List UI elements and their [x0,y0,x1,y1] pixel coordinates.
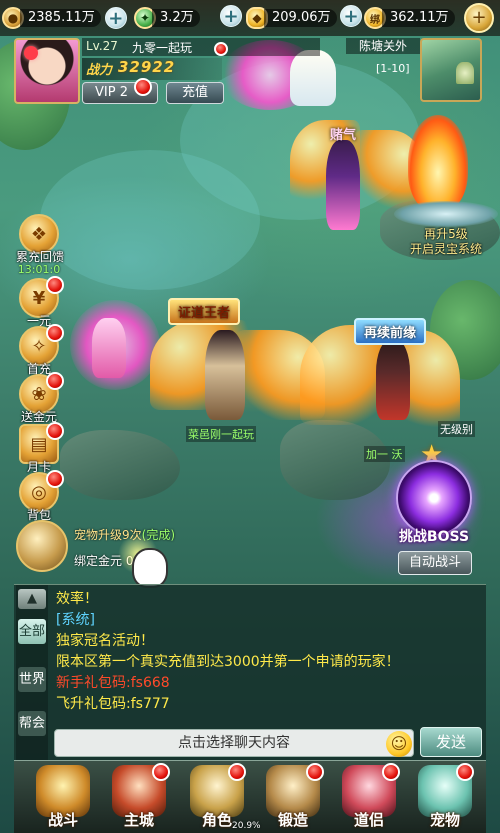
bound-gold-value: 362.11万 [382,9,455,27]
notification-dot [152,763,170,781]
nav-label: 主城 [123,811,154,829]
notification-dot [134,78,152,96]
pointer-hand-icon [132,548,168,588]
chat-line: 飞升礼包码:fs777 [56,696,170,712]
chat-panel: ▲ 全部 世界 帮会 效率！ [系统] 独家冠名活动！ 限本区第一个真实充值到达… [14,584,486,761]
pedestal-icon [394,201,498,227]
title-zhengdao: 证道王者 [168,298,241,325]
avatar[interactable] [14,38,80,104]
copper-value: 2385.11万 [20,9,101,27]
task-tracker[interactable]: 宠物升级9次(完成) 绑定金元 0 [16,520,246,588]
title-zaixu: 再续前缘 [354,318,427,345]
nav-city[interactable]: 主城 [102,763,176,833]
player-panel: Lv.27 九零一起玩 战力 32922 VIP 2 充值 [14,38,320,106]
resource-bound-gold: 绑 362.11万 [364,5,455,31]
chat-line: 限本区第一个真实充值到达3000并第一个申请的玩家！ [56,654,400,670]
send-gold-button[interactable]: ❀ 送金元 [16,372,64,425]
player-name: 九零一起玩 [132,41,193,55]
nav-label: 道侣 [353,811,384,829]
add-gold-button[interactable]: + [340,5,362,27]
one-yuan-button[interactable]: ¥ 一元 [16,276,64,329]
notification-dot [228,763,246,781]
map-name: 陈塘关外 [346,38,420,54]
level-tag: 无级别 [438,421,475,437]
notification-dot [46,324,64,342]
notification-dot [382,763,400,781]
flower-icon [24,46,38,60]
portal-icon [396,460,472,536]
recharge-button[interactable]: 充值 [166,82,224,104]
notification-dot [306,763,324,781]
nav-label: 宠物 [429,811,460,829]
player-name-tag: 菜邑刚一起玩 [186,426,256,442]
add-jade-button[interactable]: + [220,5,242,27]
chat-messages: 效率！ [系统] 独家冠名活动！ 限本区第一个真实充值到达3000并第一个申请的… [56,589,482,715]
chat-line: [系统] [56,612,95,628]
notification-dot [46,422,64,440]
nav-label: 战斗 [47,811,78,829]
nav-label: 锻造 [277,811,308,829]
title-ganqi: 赌气 [330,128,357,143]
notification-dot [214,42,228,56]
notification-dot [46,372,64,390]
month-card-button[interactable]: ▤ 月卡 [16,422,64,475]
notification-dot [46,276,64,294]
map-panel: 陈塘关外 [1-10] [346,38,496,102]
tab-all[interactable]: 全部 [18,619,46,644]
minimap[interactable] [420,38,482,102]
treasure-line2: 开启灵宝系统 [409,242,482,256]
resource-copper: ● 2385.11万 + [2,5,127,31]
chat-tabs: ▲ 全部 世界 帮会 [16,585,48,761]
notification-dot [46,470,64,488]
countdown-timer: 13:01:0 [17,263,61,276]
treasure-system[interactable]: 再升5级 开启灵宝系统 [394,115,498,265]
nav-forge[interactable]: 锻造 [256,763,330,833]
treasure-line1: 再升5级 [424,227,468,241]
add-bound-gold-button[interactable]: + [464,3,494,33]
scroll-icon [16,520,68,572]
map-line[interactable]: [1-10] [376,62,420,78]
bag-button[interactable]: ◎ 背包 [16,470,64,523]
resource-jade: ✦ 3.2万 [134,5,200,31]
send-button[interactable]: 发送 [420,727,482,757]
first-recharge-button[interactable]: ✧ 首充 [16,324,64,377]
challenge-boss-button[interactable]: 挑战BOSS [392,460,476,550]
nav-battle[interactable]: 战斗 [26,763,100,833]
add-copper-button[interactable]: + [104,7,127,29]
auto-battle-button[interactable]: 自动战斗 [398,551,472,575]
flame-egg-icon [408,115,468,211]
chat-input[interactable]: 点击选择聊天内容 [54,729,414,757]
exp-progress: 20.9% [232,821,261,831]
power-label: 战力 [86,63,113,78]
jade-value: 3.2万 [152,9,200,27]
power-value: 32922 [118,58,176,76]
resource-bar: ● 2385.11万 + ✦ 3.2万 + ◆ 209.06万 + 绑 362.… [0,0,500,36]
boss-label: 挑战BOSS [398,529,470,545]
resource-gold: ◆ 209.06万 [246,5,337,31]
chat-line: 独家冠名活动！ [56,633,154,649]
tab-guild[interactable]: 帮会 [18,711,46,736]
nav-partner[interactable]: 道侣 [332,763,406,833]
treasure-hint: 再升5级 开启灵宝系统 [394,227,498,257]
chat-line: 效率！ [56,591,98,607]
notification-dot [456,763,474,781]
nav-pet[interactable]: 宠物 [408,763,482,833]
minimap-marker-icon [456,62,474,84]
collapse-chat-button[interactable]: ▲ [18,589,46,609]
gold-value: 209.06万 [264,9,337,27]
cumulative-recharge-button[interactable]: ❖ 累充回馈 13:01:0 [16,214,64,276]
chat-line: 新手礼包码:fs668 [56,675,170,691]
player-level: Lv.27 [86,39,118,53]
tab-world[interactable]: 世界 [18,667,46,692]
emoji-icon[interactable]: ☺ [386,731,412,757]
